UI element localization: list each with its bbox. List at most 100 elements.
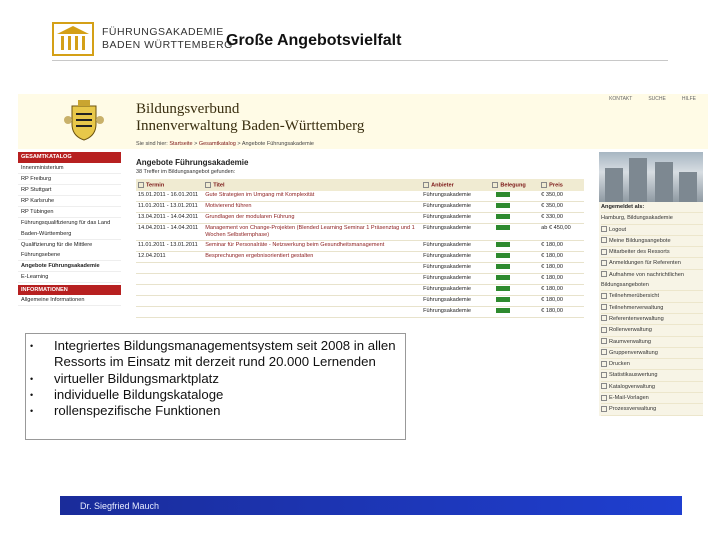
table-row[interactable]: Führungsakademie € 180,00 — [136, 262, 584, 274]
breadcrumb: Sie sind hier: Startseite > Gesamtkatalo… — [136, 141, 314, 147]
column-header-occupancy[interactable]: Belegung — [490, 179, 540, 191]
menu-bullet-icon — [601, 304, 607, 311]
row-title[interactable]: Gute Strategien im Umgang mit Komplexitä… — [203, 191, 422, 202]
menu-bullet-icon — [601, 326, 607, 333]
menu-bullet-icon — [601, 292, 607, 299]
row-provider: Führungsakademie — [421, 284, 491, 296]
table-row[interactable]: 11.01.2011 - 13.01.2011 Seminar für Perso… — [136, 240, 584, 252]
available-check-icon — [496, 214, 511, 219]
nav-item[interactable]: RP Freiburg — [18, 174, 121, 186]
table-row[interactable]: Führungsakademie € 180,00 — [136, 273, 584, 285]
table-row[interactable]: 11.01.2011 - 13.01.2011 Motivierend führe… — [136, 201, 584, 213]
row-price: € 180,00 — [539, 251, 584, 263]
table-row[interactable]: 15.01.2011 - 16.01.2011 Gute Strategien i… — [136, 191, 584, 202]
nav-item[interactable]: Angebote Führungsakademie — [18, 261, 121, 272]
row-date — [136, 262, 204, 274]
breadcrumb-home[interactable]: Startseite — [169, 141, 192, 147]
sidebar-menu-label: Teilnehmerverwaltung — [609, 304, 664, 311]
row-date — [136, 273, 204, 285]
sidebar-menu-item[interactable]: Referentenverwaltung — [601, 314, 703, 326]
table-row[interactable]: 14.04.2011 - 14.04.2011 Management von Ch… — [136, 223, 584, 241]
nav-item[interactable]: Qualifizierung für die Mittlere Führungs… — [18, 240, 121, 261]
sidebar-menu-label: Meine Bildungsangebote — [609, 237, 671, 244]
sort-icon — [492, 181, 499, 188]
sidebar-menu-item[interactable]: Anmeldungen für Referenten — [601, 258, 703, 270]
column-header-date[interactable]: Termin — [136, 179, 204, 191]
coat-of-arms-icon — [64, 100, 104, 141]
sidebar-menu-label: Drucken — [609, 361, 630, 368]
bullet-item: individuelle Bildungskataloge — [26, 387, 405, 404]
sidebar-menu-item[interactable]: Mitarbeiter des Ressorts — [601, 247, 703, 259]
row-title[interactable]: Management von Change-Projekten (Blended… — [203, 223, 422, 241]
sidebar-menu-item[interactable]: Gruppenverwaltung — [601, 348, 703, 360]
menu-bullet-icon — [601, 260, 607, 266]
table-row[interactable]: 13.04.2011 - 14.04.2011 Grundlagen der mo… — [136, 212, 584, 224]
sidebar-menu-item[interactable]: Katalogverwaltung — [601, 382, 703, 394]
right-sidebar: Angemeldet als: Hamburg, Bildungsakademi… — [599, 152, 703, 416]
slide-title: Große Angebotsvielfalt — [226, 32, 402, 49]
sidebar-menu-item[interactable]: Logout — [601, 225, 703, 236]
footer-bar: Dr. Siegfried Mauch — [60, 496, 682, 515]
available-check-icon — [496, 286, 511, 291]
sidebar-menu-item[interactable]: Drucken — [601, 359, 703, 371]
nav-item[interactable]: RP Karlsruhe — [18, 196, 121, 208]
sidebar-menu-item[interactable]: Teilnehmerübersicht — [601, 291, 703, 303]
table-row[interactable]: Führungsakademie € 180,00 — [136, 284, 584, 296]
sidebar-menu-item[interactable]: Meine Bildungsangebote — [601, 236, 703, 248]
nav-item[interactable]: Führungsqualifizierung für das Land Bade… — [18, 218, 121, 240]
menu-bullet-icon — [601, 237, 607, 244]
sidebar-menu-item[interactable]: Raumverwaltung — [601, 337, 703, 348]
row-title[interactable] — [203, 306, 422, 318]
row-title[interactable]: Grundlagen der modularen Führung — [203, 212, 422, 224]
row-date — [136, 295, 204, 307]
row-title[interactable] — [203, 295, 422, 307]
results-hit-count: 38 Treffer im Bildungsangebot gefunden: — [136, 169, 236, 175]
row-occupancy — [490, 251, 540, 263]
sidebar-menu-item[interactable]: Aufnahme von nachrichtlichen Bildungsang… — [601, 270, 703, 292]
sidebar-menu-item[interactable]: E-Mail-Vorlagen — [601, 393, 703, 405]
column-header-title[interactable]: Titel — [203, 179, 422, 191]
sidebar-menu-item[interactable]: Statistikauswertung — [601, 370, 703, 382]
row-price: € 350,00 — [539, 191, 584, 202]
sidebar-menu-label: Referentenverwaltung — [609, 315, 664, 322]
bullet-item: rollenspezifische Funktionen — [26, 403, 405, 420]
row-title[interactable]: Besprechungen ergebnisorientiert gestalt… — [203, 251, 422, 263]
nav-item[interactable]: RP Tübingen — [18, 207, 121, 219]
nav-item-general-info[interactable]: Allgemeine Informationen — [18, 295, 121, 307]
sidebar-menu-label: Gruppenverwaltung — [609, 349, 658, 356]
row-title[interactable] — [203, 273, 422, 285]
row-occupancy — [490, 284, 540, 296]
nav-item[interactable]: Innenministerium — [18, 163, 121, 175]
table-row[interactable]: Führungsakademie € 180,00 — [136, 306, 584, 318]
sort-icon — [423, 181, 430, 188]
menu-bullet-icon — [601, 315, 607, 322]
row-price: € 180,00 — [539, 295, 584, 307]
logo-line-2: BADEN WÜRTTEMBERG — [102, 39, 233, 51]
breadcrumb-catalog[interactable]: Gesamtkatalog — [199, 141, 236, 147]
sidebar-menu-item[interactable]: Teilnehmerverwaltung — [601, 303, 703, 314]
table-row[interactable]: Führungsakademie € 180,00 — [136, 295, 584, 307]
row-title[interactable] — [203, 284, 422, 296]
column-header-price[interactable]: Preis — [539, 179, 584, 191]
menu-bullet-icon — [601, 226, 607, 233]
nav-item[interactable]: RP Stuttgart — [18, 185, 121, 197]
sidebar-menu-item[interactable]: Prozessverwaltung — [601, 404, 703, 416]
available-check-icon — [496, 225, 511, 230]
topnav-search[interactable]: SUCHE — [648, 96, 666, 102]
row-title[interactable] — [203, 262, 422, 274]
row-provider: Führungsakademie — [421, 191, 491, 202]
column-header-provider[interactable]: Anbieter — [421, 179, 491, 191]
menu-bullet-icon — [601, 405, 607, 412]
sidebar-menu-label: Prozessverwaltung — [609, 406, 657, 413]
site-title-line-1: Bildungsverbund — [136, 101, 240, 117]
topnav-help[interactable]: HILFE — [682, 96, 696, 102]
table-row[interactable]: 12.04.2011 Besprechungen ergebnisorientie… — [136, 251, 584, 263]
sidebar-menu-item[interactable]: Rollenverwaltung — [601, 325, 703, 337]
topnav-contact[interactable]: KONTAKT — [609, 96, 632, 102]
row-title[interactable]: Seminar für Personalräte - Netzwerkung b… — [203, 240, 422, 252]
row-date: 11.01.2011 - 13.01.2011 — [136, 240, 204, 252]
row-price: € 350,00 — [539, 201, 584, 213]
results-heading: Angebote Führungsakademie — [136, 158, 249, 167]
nav-item[interactable]: E-Learning — [18, 272, 121, 284]
row-title[interactable]: Motivierend führen — [203, 201, 422, 213]
